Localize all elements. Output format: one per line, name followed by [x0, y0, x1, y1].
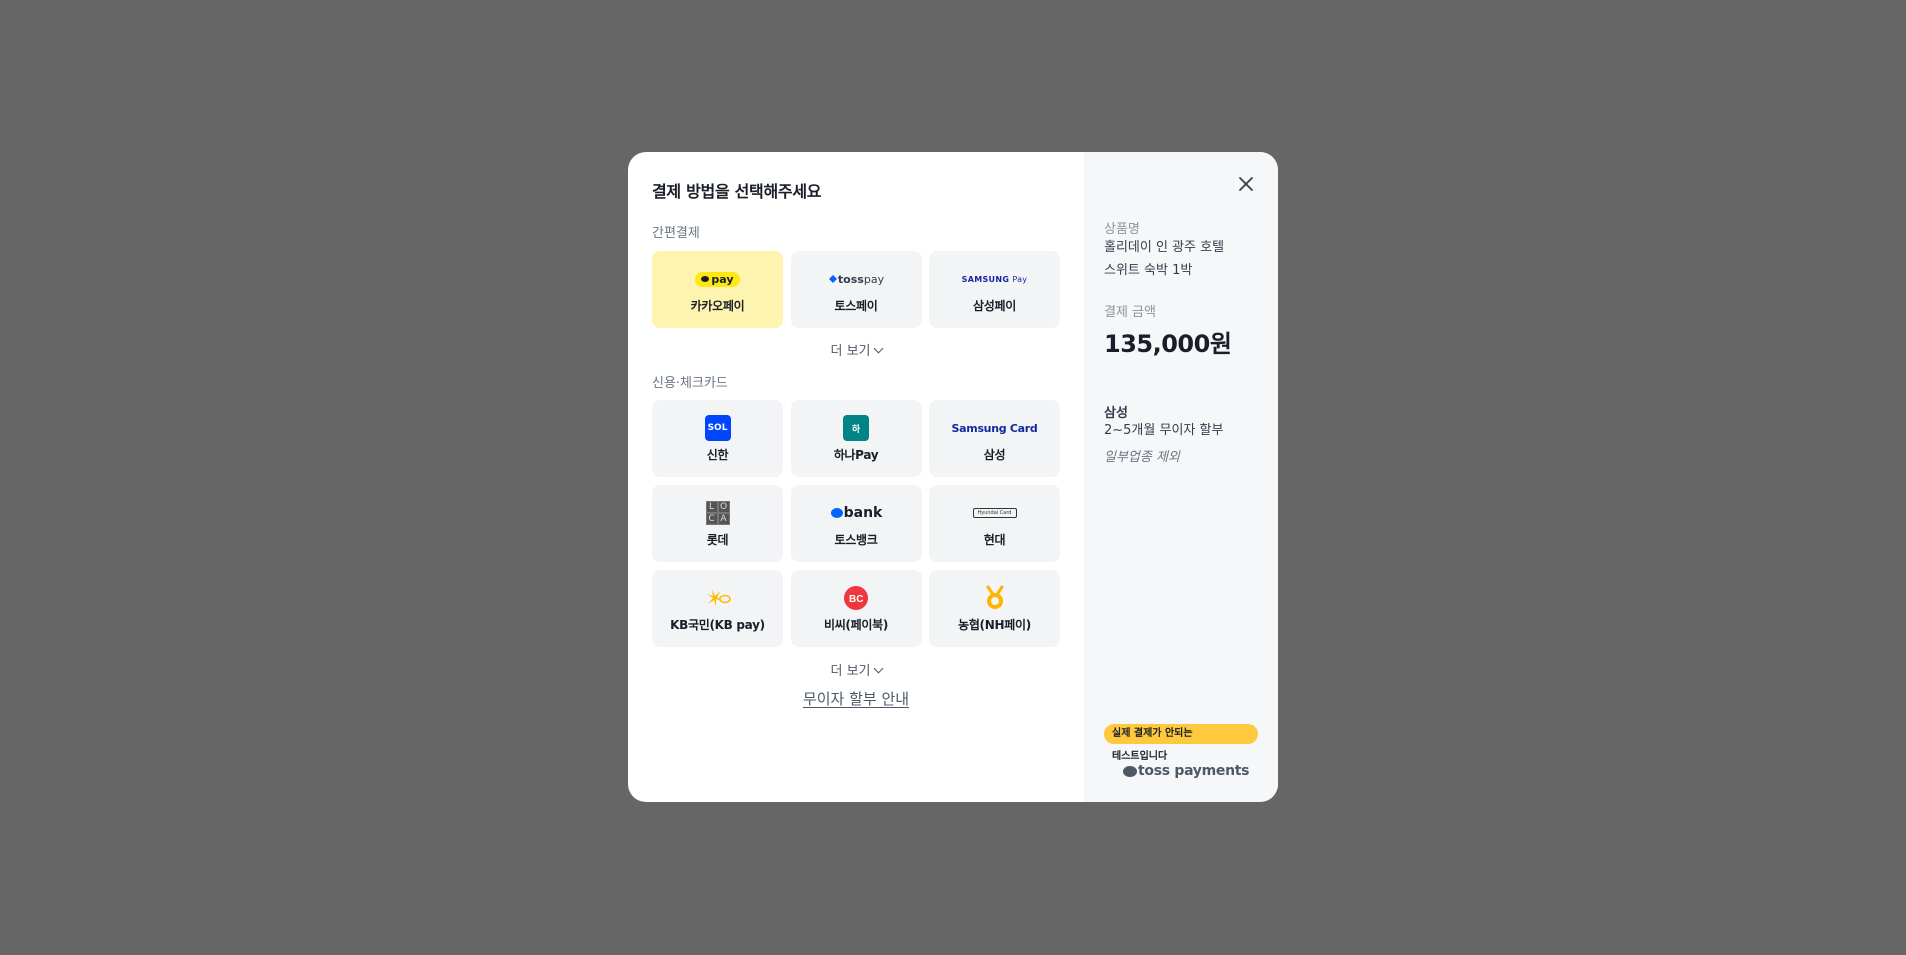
lotte-logo: LOCA	[705, 499, 730, 527]
kakaopay-option[interactable]: pay 카카오페이	[652, 251, 783, 328]
nh-card-option[interactable]: 농협(NH페이)	[929, 570, 1060, 647]
option-label: 토스페이	[834, 299, 878, 313]
tossbank-logo: bank	[830, 499, 882, 527]
option-label: KB국민(KB pay)	[670, 618, 765, 632]
installment-info-link[interactable]: 무이자 할부 안내	[803, 690, 909, 708]
product-name-line2: 스위트 숙박 1박	[1104, 263, 1193, 278]
kb-card-option[interactable]: KB국민(KB pay)	[652, 570, 783, 647]
option-label: 하나Pay	[833, 448, 879, 462]
card-grid: SOL 신한 하 하나Pay Samsung Card 삼성 LOCA 롯데 b…	[652, 400, 1060, 647]
kakaopay-logo: pay	[695, 265, 740, 293]
close-button[interactable]	[1234, 172, 1258, 196]
kb-star-logo	[704, 584, 732, 612]
hana-card-option[interactable]: 하 하나Pay	[790, 400, 922, 477]
option-label: 비씨(페이북)	[823, 618, 889, 632]
toss-payments-logo: toss payments	[1122, 763, 1250, 779]
hana-logo: 하	[843, 414, 869, 442]
samsungpay-option[interactable]: SAMSUNG Pay 삼성페이	[929, 251, 1060, 328]
tosspay-option[interactable]: toss pay 토스페이	[790, 251, 922, 328]
svg-text:BC: BC	[849, 594, 863, 605]
payment-method-panel: 결제 방법을 선택해주세요 간편결제 pay 카카오페이 toss pay 토스페…	[628, 152, 1084, 802]
option-label: 농협(NH페이)	[958, 618, 1031, 632]
card-section-label: 신용·체크카드	[652, 376, 728, 391]
card-promo-description: 2~5개월 무이자 할부	[1104, 423, 1224, 438]
close-icon	[1239, 177, 1253, 191]
amount-label: 결제 금액	[1104, 305, 1156, 320]
card-promo-note: 일부업종 제외	[1104, 450, 1180, 465]
toss-logo-icon	[1123, 765, 1137, 777]
product-label: 상품명	[1104, 222, 1140, 237]
test-mode-text: 테스트입니다	[1112, 751, 1168, 762]
order-summary-panel: 상품명 홀리데이 인 광주 호텔 스위트 숙박 1박 결제 금액 135,000…	[1084, 152, 1278, 802]
shinhan-logo: SOL	[704, 414, 731, 442]
installment-info-link-wrap: 무이자 할부 안내	[628, 688, 1084, 709]
payment-amount: 135,000원	[1104, 330, 1232, 358]
chevron-down-icon	[873, 343, 883, 354]
easy-pay-more-button[interactable]: 더 보기	[628, 340, 1084, 359]
option-label: 롯데	[706, 533, 729, 547]
shinhan-card-option[interactable]: SOL 신한	[652, 400, 783, 477]
test-mode-badge: 실제 결제가 안되는	[1104, 724, 1258, 744]
samsungpay-logo: SAMSUNG Pay	[961, 274, 1028, 284]
product-name-line1: 홀리데이 인 광주 호텔	[1104, 240, 1225, 255]
modal-title: 결제 방법을 선택해주세요	[652, 182, 822, 201]
option-label: 토스뱅크	[834, 533, 878, 547]
hyundai-logo: Hyundai Card	[972, 499, 1017, 527]
payment-method-modal: 결제 방법을 선택해주세요 간편결제 pay 카카오페이 toss pay 토스페…	[628, 152, 1278, 802]
easy-pay-grid: pay 카카오페이 toss pay 토스페이 SAMSUNG Pay 삼성페이	[652, 251, 1060, 328]
bc-logo: BC	[843, 584, 869, 612]
nh-logo	[983, 584, 1007, 612]
option-label: 현대	[983, 533, 1006, 547]
chevron-down-icon	[873, 663, 883, 674]
tossbank-card-option[interactable]: bank 토스뱅크	[790, 485, 922, 562]
option-label: 신한	[706, 448, 729, 462]
samsung-card-option[interactable]: Samsung Card 삼성	[929, 400, 1060, 477]
hyundai-card-option[interactable]: Hyundai Card 현대	[929, 485, 1060, 562]
card-more-button[interactable]: 더 보기	[628, 660, 1084, 679]
tosspay-logo: toss pay	[828, 265, 884, 293]
easy-pay-label: 간편결제	[652, 226, 700, 241]
bc-card-option[interactable]: BC 비씨(페이북)	[790, 570, 922, 647]
samsung-card-logo: Samsung Card	[951, 421, 1038, 435]
option-label: 카카오페이	[690, 299, 745, 313]
option-label: 삼성페이	[973, 299, 1016, 313]
lotte-card-option[interactable]: LOCA 롯데	[652, 485, 783, 562]
option-label: 삼성	[983, 448, 1006, 462]
